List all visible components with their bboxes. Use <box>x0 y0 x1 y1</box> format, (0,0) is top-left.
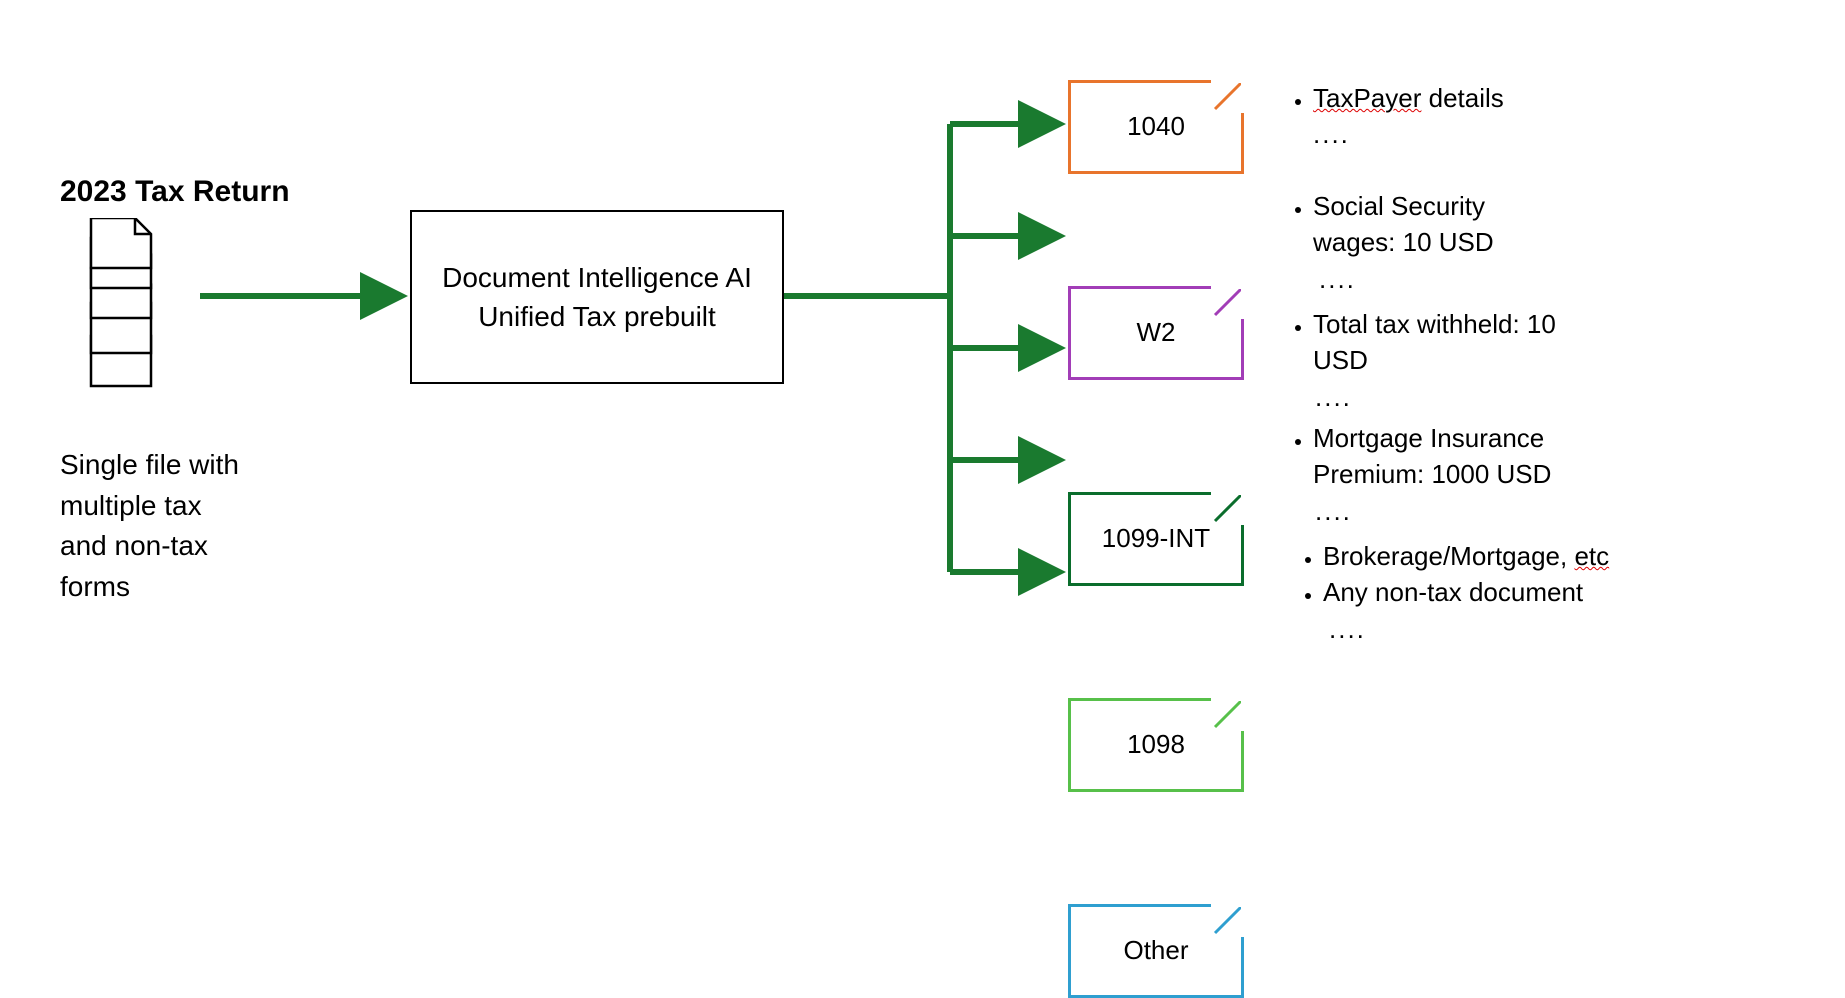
output-box-1040: 1040 <box>1068 80 1244 174</box>
output-box-other: Other <box>1068 904 1244 998</box>
detail-ellipsis: .... <box>1285 261 1805 297</box>
output-label: Other <box>1123 936 1188 966</box>
detail-ellipsis: .... <box>1285 379 1805 415</box>
details-w2: Social Security wages: 10 USD .... <box>1285 188 1805 297</box>
details-1098: Mortgage Insurance Premium: 1000 USD ...… <box>1285 420 1805 529</box>
output-box-1098: 1098 <box>1068 698 1244 792</box>
output-box-w2: W2 <box>1068 286 1244 380</box>
detail-underlined: TaxPayer <box>1313 83 1421 113</box>
processor-line: Document Intelligence AI <box>442 258 752 297</box>
stacked-documents-icon <box>85 218 180 403</box>
detail-ellipsis: .... <box>1285 493 1805 529</box>
detail-item: TaxPayer details <box>1313 80 1805 116</box>
detail-ellipsis: .... <box>1295 611 1835 647</box>
detail-underlined: etc <box>1574 541 1609 571</box>
processor-line: Unified Tax prebuilt <box>442 297 752 336</box>
detail-text: Brokerage/Mortgage, <box>1323 541 1574 571</box>
detail-text: Premium: 1000 USD <box>1313 459 1551 489</box>
details-1099-int: Total tax withheld: 10 USD .... <box>1285 306 1805 415</box>
detail-item: Mortgage Insurance Premium: 1000 USD <box>1313 420 1805 493</box>
input-caption-line: and non-tax <box>60 526 239 567</box>
detail-item: Total tax withheld: 10 USD <box>1313 306 1805 379</box>
input-caption-line: Single file with <box>60 445 239 486</box>
input-caption-line: forms <box>60 567 239 608</box>
detail-item: Any non-tax document <box>1323 574 1835 610</box>
processor-box: Document Intelligence AI Unified Tax pre… <box>410 210 784 384</box>
output-label: W2 <box>1137 318 1176 348</box>
detail-ellipsis: .... <box>1285 116 1805 152</box>
detail-item: Brokerage/Mortgage, etc <box>1323 538 1835 574</box>
detail-text: Mortgage Insurance <box>1313 423 1544 453</box>
diagram-canvas: 2023 Tax Return Single file with m <box>0 0 1845 829</box>
output-label: 1099-INT <box>1102 524 1210 554</box>
output-label: 1040 <box>1127 112 1185 142</box>
detail-text: USD <box>1313 345 1368 375</box>
details-other: Brokerage/Mortgage, etc Any non-tax docu… <box>1295 538 1835 647</box>
input-caption-line: multiple tax <box>60 486 239 527</box>
detail-item: Social Security wages: 10 USD <box>1313 188 1805 261</box>
input-title: 2023 Tax Return <box>60 175 290 209</box>
detail-text: details <box>1421 83 1503 113</box>
detail-text: Social Security <box>1313 191 1485 221</box>
input-caption: Single file with multiple tax and non-ta… <box>60 445 239 607</box>
output-box-1099-int: 1099-INT <box>1068 492 1244 586</box>
details-1040: TaxPayer details .... <box>1285 80 1805 153</box>
detail-text: wages: 10 USD <box>1313 227 1494 257</box>
detail-text: Total tax withheld: 10 <box>1313 309 1556 339</box>
output-label: 1098 <box>1127 730 1185 760</box>
